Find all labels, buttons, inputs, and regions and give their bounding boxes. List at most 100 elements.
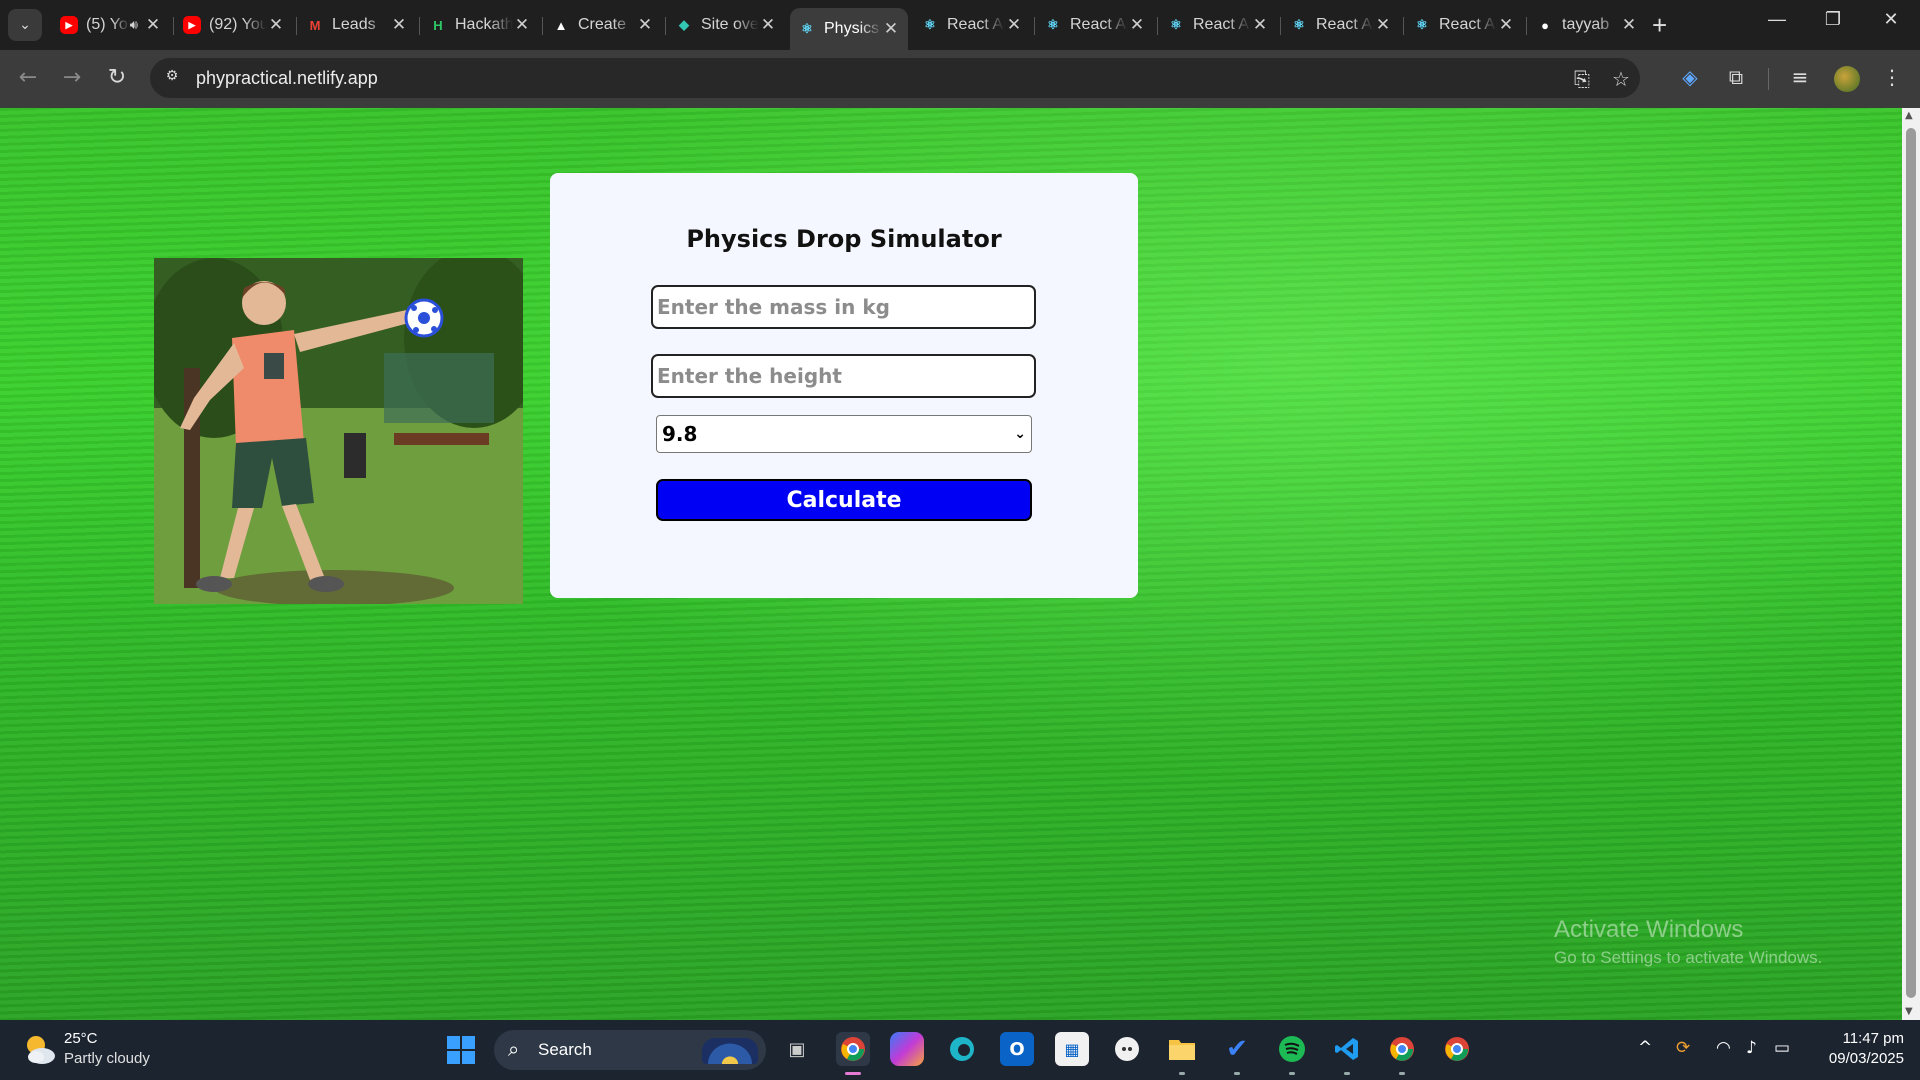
speaker-icon[interactable]: 🔊︎ [130, 17, 138, 33]
tab-separator [296, 17, 297, 35]
edge-icon[interactable] [945, 1032, 979, 1066]
store-icon[interactable]: ▦ [1055, 1032, 1089, 1066]
close-tab-icon[interactable]: ✕ [1128, 15, 1146, 35]
close-tab-icon[interactable]: ✕ [759, 15, 777, 35]
restore-button[interactable]: ❐ [1810, 9, 1856, 30]
page-scrollbar[interactable]: ▲ ▼ [1902, 108, 1920, 1020]
height-input[interactable] [651, 354, 1036, 398]
browser-tab[interactable]: ⚛ React App✕ [1159, 8, 1277, 42]
tab-title: Site overview [701, 16, 759, 33]
forward-arrow-icon[interactable]: → [58, 65, 86, 90]
copilot-icon[interactable] [890, 1032, 924, 1066]
scroll-down-icon[interactable]: ▼ [1905, 1006, 1913, 1017]
close-tab-icon[interactable]: ✕ [144, 15, 162, 35]
toolbar-divider [1768, 68, 1769, 90]
site-info-icon[interactable]: ⚙ [162, 68, 182, 88]
close-tab-icon[interactable]: ✕ [1374, 15, 1392, 35]
close-tab-icon[interactable]: ✕ [1497, 15, 1515, 35]
close-tab-icon[interactable]: ✕ [390, 15, 408, 35]
close-tab-icon[interactable]: ✕ [1005, 15, 1023, 35]
browser-tab[interactable]: M Leads ✕ [298, 8, 416, 42]
active-app-indicator [845, 1072, 861, 1075]
media-control-icon[interactable]: ≡ [1786, 65, 1814, 89]
reload-icon[interactable]: ↻ [103, 65, 131, 90]
wifi-icon[interactable]: ◠ [1716, 1038, 1731, 1058]
clock-time[interactable]: 11:47 pm [1830, 1030, 1904, 1047]
calculate-button[interactable]: Calculate [656, 479, 1032, 521]
address-bar[interactable]: ⚙ phypractical.netlify.app ⎘ ☆ [150, 58, 1640, 98]
tab-title: React App [947, 16, 1005, 33]
tab-title: Physics Drop Simulator [824, 20, 882, 37]
tab-separator [665, 17, 666, 35]
minimize-button[interactable]: — [1754, 9, 1800, 30]
sync-icon[interactable]: ⟳ [1676, 1038, 1690, 1058]
scroll-up-icon[interactable]: ▲ [1905, 110, 1913, 121]
close-tab-icon[interactable]: ✕ [1620, 15, 1638, 35]
browser-tab[interactable]: ▶ (92) YouTube✕ [175, 8, 293, 42]
gravity-selected-value: 9.8 [662, 422, 698, 446]
close-tab-icon[interactable]: ✕ [882, 19, 900, 39]
extensions-puzzle-icon[interactable]: ⧉ [1722, 65, 1750, 89]
task-view-icon[interactable]: ▣ [780, 1032, 814, 1066]
browser-tab[interactable]: ⚛ React App✕ [913, 8, 1031, 42]
extension-shield-icon[interactable]: ◈ [1676, 65, 1704, 89]
chrome-profile-icon[interactable] [1385, 1032, 1419, 1066]
url-text[interactable]: phypractical.netlify.app [196, 68, 378, 89]
clock-date[interactable]: 09/03/2025 [1810, 1050, 1904, 1067]
chrome-icon[interactable] [836, 1032, 870, 1066]
tab-search-button[interactable]: ⌄ [8, 9, 42, 41]
new-tab-button[interactable]: + [1652, 10, 1667, 40]
gmail-icon: M [309, 17, 321, 33]
browser-tab[interactable]: H Hackathon✕ [421, 8, 539, 42]
scroll-thumb[interactable] [1906, 128, 1916, 998]
search-icon: ⌕ [508, 1037, 520, 1061]
show-hidden-icons-chevron-icon[interactable]: ^ [1638, 1038, 1652, 1058]
tab-title: (5) YouTube [86, 16, 130, 33]
react-icon: ⚛ [924, 17, 936, 32]
file-explorer-icon[interactable] [1165, 1032, 1199, 1066]
windows-start-icon[interactable] [447, 1036, 475, 1064]
outlook-icon[interactable]: O [1000, 1032, 1034, 1066]
todo-icon[interactable]: ✔ [1220, 1032, 1254, 1066]
browser-tab[interactable]: ◆ Site overview✕ [667, 8, 785, 42]
browser-tab[interactable]: ⚛ React App✕ [1036, 8, 1154, 42]
tab-title: Hackathon [455, 16, 513, 33]
close-window-button[interactable]: ✕ [1868, 9, 1914, 30]
app-running-indicator [1399, 1072, 1405, 1075]
browser-tab[interactable]: ⚛ Physics Drop Simulator✕ [790, 8, 908, 50]
gravity-select[interactable]: 9.8 ⌄ [656, 415, 1032, 453]
tab-separator [1403, 17, 1404, 35]
chrome-profile-2-icon[interactable] [1440, 1032, 1474, 1066]
react-icon: ⚛ [1293, 17, 1305, 32]
taskbar-search[interactable]: ⌕ Search [494, 1030, 766, 1070]
close-tab-icon[interactable]: ✕ [267, 15, 285, 35]
search-highlight-art [702, 1038, 758, 1064]
close-tab-icon[interactable]: ✕ [513, 15, 531, 35]
browser-tab[interactable]: ⚛ React App✕ [1405, 8, 1523, 42]
browser-tab[interactable]: ● tayyab ✕ [1528, 8, 1646, 42]
close-tab-icon[interactable]: ✕ [1251, 15, 1269, 35]
weather-description[interactable]: Partly cloudy [64, 1050, 150, 1067]
battery-icon[interactable]: ▭ [1774, 1038, 1790, 1058]
bookmark-star-icon[interactable]: ☆ [1612, 67, 1630, 91]
profile-avatar[interactable] [1834, 66, 1860, 92]
browser-tab[interactable]: ▶ (5) YouTube🔊︎ ✕ [52, 8, 170, 42]
tab-title: (92) YouTube [209, 16, 267, 33]
close-tab-icon[interactable]: ✕ [636, 15, 654, 35]
spotify-icon[interactable] [1275, 1032, 1309, 1066]
mass-input[interactable] [651, 285, 1036, 329]
volume-icon[interactable]: ♪ [1746, 1038, 1757, 1058]
tab-title: React App [1193, 16, 1251, 33]
browser-tab[interactable]: ⚛ React App✕ [1282, 8, 1400, 42]
app-running-indicator [1289, 1072, 1295, 1075]
meet-icon[interactable] [1110, 1032, 1144, 1066]
weather-temperature[interactable]: 25°C [64, 1030, 98, 1047]
vscode-icon[interactable] [1330, 1032, 1364, 1066]
menu-kebab-icon[interactable]: ⋮ [1878, 65, 1906, 89]
simulator-card: Physics Drop Simulator 9.8 ⌄ Calculate [550, 173, 1138, 598]
browser-tab[interactable]: ▲ Create ✕ [544, 8, 662, 42]
react-icon: ⚛ [1416, 17, 1428, 32]
back-arrow-icon[interactable]: ← [14, 65, 42, 90]
partly-cloudy-icon[interactable] [22, 1032, 58, 1066]
install-app-icon[interactable]: ⎘ [1574, 67, 1590, 91]
